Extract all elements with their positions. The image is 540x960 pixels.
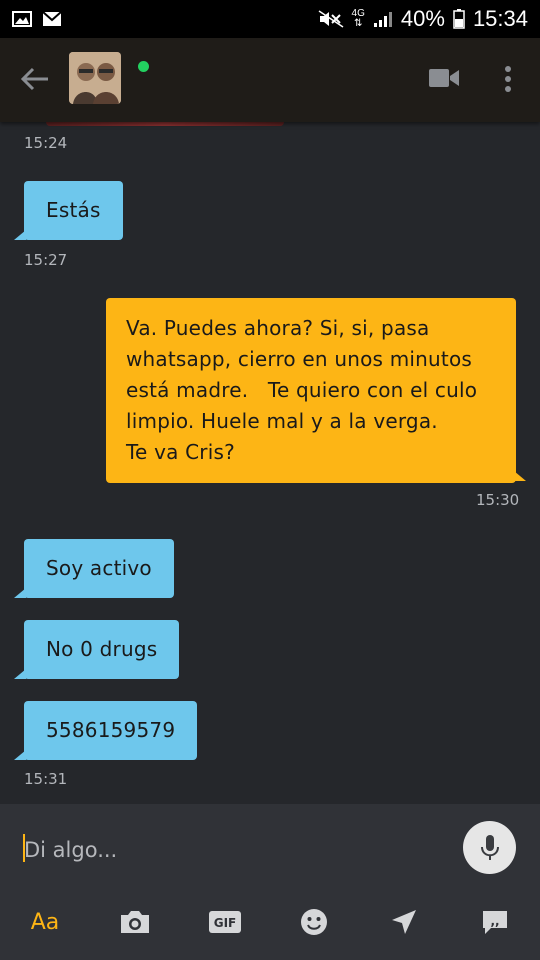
bubble-tail [14,588,26,598]
microphone-icon [480,834,499,860]
video-camera-icon [429,69,459,87]
composer: Aa GIF ,, [0,804,540,960]
message-text: Estás [46,198,101,222]
incoming-message[interactable]: Estás [24,181,123,240]
send-location-icon [392,910,416,934]
video-call-button[interactable] [428,66,460,90]
incoming-message[interactable]: No 0 drugs [24,620,180,679]
battery-icon [453,9,465,29]
text-format-icon: Aa [30,909,60,935]
previous-image-message[interactable] [46,122,284,126]
mail-notification-icon [42,11,62,27]
profile-photo [69,52,121,104]
message-text-line: Va. Puedes ahora? Si, si, pasa [126,316,430,340]
battery-percent: 40% [400,6,445,31]
message-text-line: whatsapp, cierro en unos minutos [126,347,473,371]
svg-text:,,: ,, [490,914,499,928]
clock: 15:34 [472,6,528,31]
voice-message-button[interactable] [463,821,516,874]
bubble-tail [514,471,526,481]
message-timestamp: 15:31 [24,770,68,788]
avatar[interactable] [69,52,121,104]
camera-icon [121,911,149,933]
online-indicator [138,61,149,72]
message-list[interactable]: 15:24 Estás 15:27 Va. Puedes ahora? Si, … [0,122,540,804]
message-timestamp: 15:24 [24,134,68,152]
gif-label: GIF [214,916,237,930]
chat-header [0,38,540,122]
incoming-message[interactable]: 5586159579 [24,701,198,760]
saved-phrases-icon: ,, [483,911,507,934]
send-location-button[interactable] [380,900,428,944]
message-timestamp: 15:30 [476,491,520,509]
data-arrows-icon: ⇅ [354,18,363,29]
camera-button[interactable] [111,900,159,944]
emoji-icon [301,909,327,935]
bubble-tail [14,669,26,679]
message-text: No 0 drugs [46,637,158,661]
composer-toolbar: Aa GIF ,, [0,900,540,944]
saved-phrases-button[interactable]: ,, [471,900,519,944]
arrow-left-icon [20,67,48,91]
message-text-line: está madre. Te quiero con el culo [126,378,478,402]
message-timestamp: 15:27 [24,251,68,269]
message-text: Soy activo [46,556,152,580]
incoming-message[interactable]: Soy activo [24,539,174,598]
signal-icon [373,10,393,28]
network-type-icon: 4G ⇅ [352,9,365,29]
message-text: 5586159579 [46,718,176,742]
more-options-button[interactable] [500,64,516,94]
status-bar: 4G ⇅ 40% 15:34 [0,0,540,38]
bubble-tail [14,750,26,760]
gif-icon: GIF [209,911,241,933]
outgoing-message[interactable]: Va. Puedes ahora? Si, si, pasa whatsapp,… [106,298,516,483]
message-input[interactable] [24,832,444,868]
message-text-line: Te va Cris? [126,440,235,464]
message-text-line: limpio. Huele mal y a la verga. [126,409,438,433]
gif-button[interactable]: GIF [201,900,249,944]
text-format-button[interactable]: Aa [21,900,69,944]
emoji-button[interactable] [290,900,338,944]
more-vertical-icon [505,66,511,92]
bubble-tail [14,230,26,240]
mute-icon [318,10,344,28]
image-notification-icon [12,11,32,27]
back-button[interactable] [18,64,52,94]
